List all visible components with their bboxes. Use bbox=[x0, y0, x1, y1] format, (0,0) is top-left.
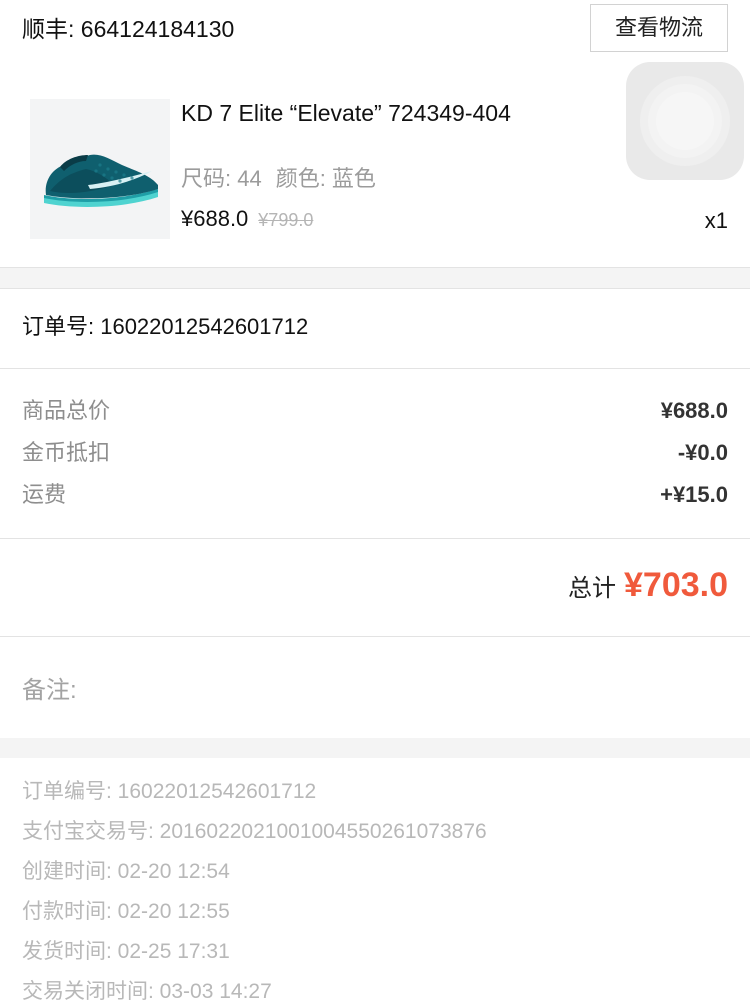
remark-label[interactable]: 备注: bbox=[22, 674, 77, 708]
order-detail-page: 顺丰: 664124184130 查看物流 KD 7 Elite “Elevat… bbox=[0, 0, 750, 1000]
view-logistics-button[interactable]: 查看物流 bbox=[590, 4, 728, 52]
fee-label: 金币抵扣 bbox=[22, 440, 111, 465]
section-gap bbox=[0, 268, 750, 288]
order-number: 订单号: 16022012542601712 bbox=[22, 314, 309, 339]
total-value: ¥703.0 bbox=[624, 566, 728, 604]
fee-row-coins: 金币抵扣 -¥0.0 bbox=[22, 436, 728, 470]
detail-alipay-trade-no: 支付宝交易号: 2016022021001004550261073876 bbox=[22, 820, 487, 843]
total-label: 总计 bbox=[568, 575, 616, 602]
fee-value: -¥0.0 bbox=[677, 440, 728, 465]
assistive-touch-button[interactable] bbox=[626, 62, 744, 180]
assistive-ring-inner bbox=[656, 92, 714, 150]
order-total: 总计 ¥703.0 bbox=[568, 566, 728, 612]
shipping-row: 顺丰: 664124184130 查看物流 bbox=[0, 0, 750, 58]
fee-row-subtotal: 商品总价 ¥688.0 bbox=[22, 394, 728, 428]
section-divider bbox=[0, 538, 750, 539]
section-divider bbox=[0, 636, 750, 637]
product-price: ¥688.0 bbox=[181, 206, 249, 231]
product-spec: 尺码: 44 颜色: 蓝色 bbox=[181, 162, 376, 196]
detail-order-id: 订单编号: 16022012542601712 bbox=[22, 780, 317, 803]
section-gap bbox=[0, 738, 750, 758]
detail-created-time: 创建时间: 02-20 12:54 bbox=[22, 860, 230, 883]
product-color: 颜色: 蓝色 bbox=[275, 166, 376, 191]
sneaker-image-icon bbox=[30, 99, 170, 239]
product-price-row: ¥688.0 ¥799.0 bbox=[181, 202, 313, 237]
product-size: 尺码: 44 bbox=[181, 166, 262, 191]
product-title[interactable]: KD 7 Elite “Elevate” 724349-404 bbox=[181, 96, 511, 130]
detail-shipped-time: 发货时间: 02-25 17:31 bbox=[22, 940, 230, 963]
product-image[interactable] bbox=[30, 99, 170, 239]
section-divider bbox=[0, 368, 750, 369]
detail-closed-time: 交易关闭时间: 03-03 14:27 bbox=[22, 980, 272, 1000]
fee-value: +¥15.0 bbox=[660, 482, 728, 507]
section-divider bbox=[0, 288, 750, 289]
tracking-number: 顺丰: 664124184130 bbox=[22, 16, 235, 42]
product-quantity: x1 bbox=[704, 208, 728, 233]
fee-row-shipping: 运费 +¥15.0 bbox=[22, 478, 728, 512]
product-original-price: ¥799.0 bbox=[258, 210, 314, 230]
fee-label: 运费 bbox=[22, 482, 67, 507]
fee-value: ¥688.0 bbox=[660, 398, 728, 423]
fee-label: 商品总价 bbox=[22, 398, 111, 423]
detail-paid-time: 付款时间: 02-20 12:55 bbox=[22, 900, 230, 923]
